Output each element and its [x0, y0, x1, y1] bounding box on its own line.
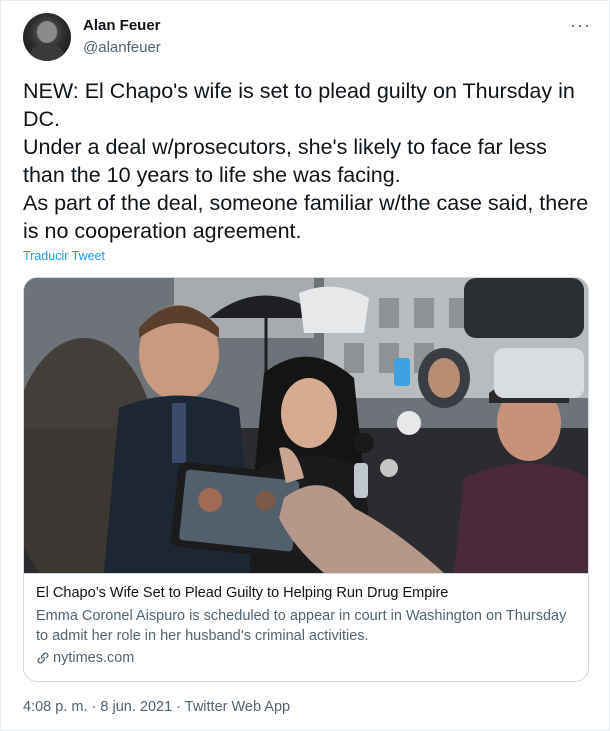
- tweet-header: Alan Feuer @alanfeuer ···: [23, 13, 595, 63]
- tweet-time[interactable]: 4:08 p. m.: [23, 699, 87, 715]
- tweet-footer: 4:08 p. m. · 8 jun. 2021 · Twitter Web A…: [23, 699, 290, 715]
- translate-tweet-link[interactable]: Traducir Tweet: [23, 249, 105, 263]
- tweet-date[interactable]: 8 jun. 2021: [100, 699, 172, 715]
- tweet-line: Under a deal w/prosecutors, she's likely…: [23, 135, 547, 187]
- author-handle[interactable]: @alanfeuer: [83, 39, 161, 56]
- footer-separator: ·: [87, 699, 101, 715]
- card-photo-illustration: [24, 278, 588, 573]
- link-card[interactable]: El Chapo’s Wife Set to Plead Guilty to H…: [23, 277, 589, 682]
- link-icon: [36, 651, 50, 665]
- footer-separator: ·: [172, 699, 185, 715]
- card-domain-text: nytimes.com: [53, 650, 135, 666]
- more-options-icon[interactable]: ···: [570, 15, 591, 36]
- tweet-text: NEW: El Chapo's wife is set to plead gui…: [23, 77, 593, 245]
- card-description: Emma Coronel Aispuro is scheduled to app…: [36, 608, 567, 644]
- card-title: El Chapo’s Wife Set to Plead Guilty to H…: [36, 585, 449, 601]
- avatar-shoulders-shape: [28, 43, 66, 61]
- tweet-container: Alan Feuer @alanfeuer ··· NEW: El Chapo'…: [0, 0, 610, 731]
- avatar-head-shape: [37, 21, 57, 43]
- tweet-source[interactable]: Twitter Web App: [185, 699, 290, 715]
- card-domain: nytimes.com: [36, 650, 576, 666]
- author-name[interactable]: Alan Feuer: [83, 17, 161, 34]
- tweet-line: NEW: El Chapo's wife is set to plead gui…: [23, 79, 575, 131]
- card-image[interactable]: [24, 278, 588, 573]
- card-body[interactable]: El Chapo’s Wife Set to Plead Guilty to H…: [24, 573, 588, 681]
- tweet-line: As part of the deal, someone familiar w/…: [23, 191, 589, 243]
- author-avatar[interactable]: [23, 13, 71, 61]
